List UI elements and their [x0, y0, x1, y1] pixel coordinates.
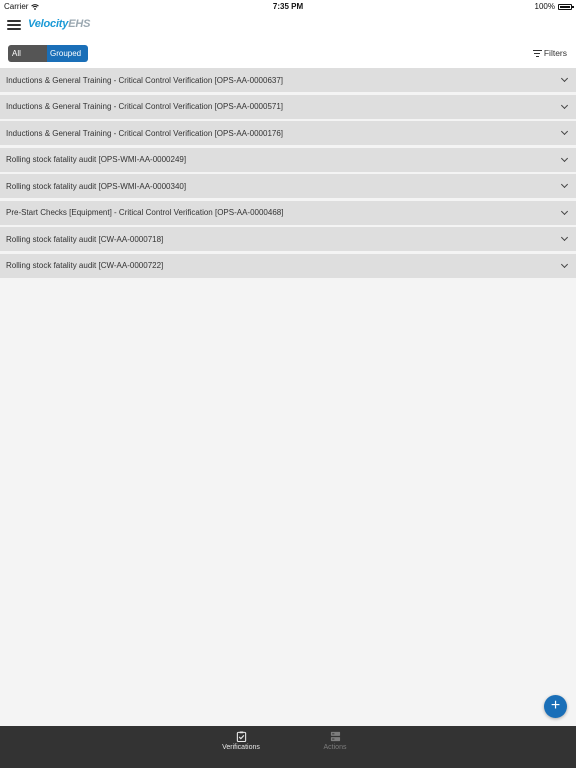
battery-icon [558, 3, 574, 10]
battery-percent: 100% [534, 2, 555, 11]
chevron-down-icon [560, 154, 569, 162]
status-right: 100% [534, 2, 574, 11]
group-row[interactable]: Rolling stock fatality audit [CW-AA-0000… [0, 227, 576, 251]
group-title: Rolling stock fatality audit [CW-AA-0000… [6, 234, 164, 244]
chevron-down-icon [560, 127, 569, 136]
group-row[interactable]: Inductions & General Training - Critical… [0, 94, 576, 119]
group-title: Rolling stock fatality audit [OPS-WMI-AA… [6, 181, 187, 191]
group-row[interactable]: Rolling stock fatality audit [OPS-WMI-AA… [0, 174, 576, 198]
status-time: 7:35 PM [272, 2, 304, 11]
chevron-down-icon [560, 180, 569, 189]
group-title: Pre-Start Checks [Equipment] - Critical … [6, 208, 284, 217]
velocity-ehs-logo: VelocityEHS [28, 18, 90, 30]
group-title: Rolling stock fatality audit [OPS-WMI-AA… [6, 155, 187, 164]
hamburger-menu-icon[interactable] [7, 20, 21, 30]
filters-button[interactable]: Filters [532, 48, 567, 58]
segment-grouped[interactable]: Grouped [47, 45, 88, 62]
plus-icon: + [550, 697, 561, 714]
chevron-down-icon [560, 74, 569, 83]
group-row[interactable]: Rolling stock fatality audit [OPS-WMI-AA… [0, 147, 576, 172]
chevron-down-icon [560, 101, 569, 109]
group-row[interactable]: Inductions & General Training - Critical… [0, 68, 576, 92]
app-header: VelocityEHS All Grouped Filters [0, 12, 576, 68]
group-list: Inductions & General Training - Critical… [0, 68, 576, 280]
add-button[interactable]: + [544, 695, 567, 718]
group-title: Inductions & General Training - Critical… [6, 128, 284, 138]
group-row[interactable]: Rolling stock fatality audit [CW-AA-0000… [0, 253, 576, 278]
filter-icon [532, 49, 542, 57]
tab-verifications-label: Verifications [222, 744, 260, 751]
logo-ehs-text: EHS [68, 18, 91, 30]
server-stack-icon [330, 731, 340, 742]
filters-label: Filters [543, 48, 567, 58]
tab-actions-label: Actions [323, 744, 347, 751]
tab-actions[interactable]: Actions [305, 731, 365, 751]
chevron-down-icon [560, 207, 569, 215]
chevron-down-icon [560, 260, 569, 268]
bottom-tab-bar: Verifications Actions [0, 726, 576, 768]
logo-velocity-text: Velocity [28, 18, 69, 30]
group-title: Inductions & General Training - Critical… [6, 75, 284, 85]
clipboard-check-icon [236, 731, 246, 742]
segment-all[interactable]: All [8, 45, 47, 62]
view-segmented-control: All Grouped [8, 45, 88, 62]
group-row[interactable]: Inductions & General Training - Critical… [0, 121, 576, 145]
group-title: Rolling stock fatality audit [CW-AA-0000… [6, 261, 164, 270]
group-row[interactable]: Pre-Start Checks [Equipment] - Critical … [0, 200, 576, 225]
chevron-down-icon [560, 233, 569, 242]
tab-verifications[interactable]: Verifications [211, 731, 271, 751]
status-bar: Carrier 7:35 PM 100% [0, 0, 576, 12]
group-title: Inductions & General Training - Critical… [6, 102, 284, 111]
